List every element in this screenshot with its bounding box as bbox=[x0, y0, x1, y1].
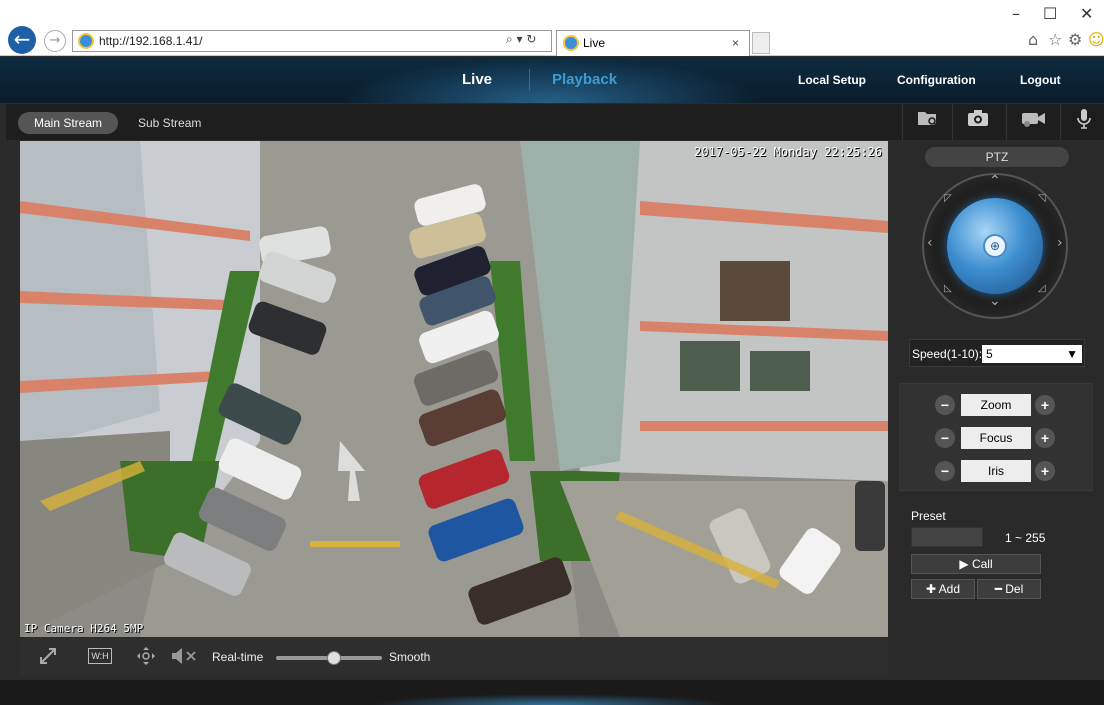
favorites-icon[interactable]: ☆ bbox=[1048, 30, 1062, 49]
focus-minus-button[interactable]: − bbox=[935, 428, 955, 448]
record-icon[interactable] bbox=[1014, 108, 1054, 136]
iris-plus-button[interactable]: + bbox=[1035, 461, 1055, 481]
video-controls: W:H Real-time Smooth bbox=[20, 638, 888, 676]
smiley-icon[interactable]: ☺ bbox=[1088, 30, 1104, 49]
new-tab-button[interactable] bbox=[752, 32, 770, 54]
nav-live[interactable]: Live bbox=[462, 71, 492, 88]
ptz-down-right-icon[interactable]: ◿ bbox=[1038, 283, 1046, 294]
back-button[interactable]: ← bbox=[8, 26, 36, 54]
microphone-icon[interactable] bbox=[1064, 108, 1104, 136]
tab-title: Live bbox=[583, 36, 606, 50]
iris-label: Iris bbox=[961, 460, 1031, 482]
ptz-tab[interactable]: PTZ bbox=[925, 147, 1069, 167]
camera-scene bbox=[20, 141, 888, 637]
browser-tab[interactable]: Live × bbox=[556, 30, 750, 56]
sub-stream-button[interactable]: Sub Stream bbox=[138, 116, 201, 130]
footer bbox=[0, 680, 1104, 705]
minimize-button[interactable]: – bbox=[1012, 4, 1020, 23]
url-text: http://192.168.1.41/ bbox=[99, 34, 203, 48]
stream-toolbar: Main Stream Sub Stream bbox=[6, 104, 1104, 140]
preset-input[interactable] bbox=[911, 527, 983, 547]
ptz-up-right-icon[interactable]: ◹ bbox=[1038, 193, 1046, 204]
zoom-in-button[interactable]: + bbox=[1035, 395, 1055, 415]
mute-icon[interactable] bbox=[170, 646, 200, 671]
fullscreen-icon[interactable] bbox=[38, 646, 58, 671]
preset-call-button[interactable]: ▶ Call bbox=[911, 554, 1041, 574]
speed-label: Speed(1-10): bbox=[912, 347, 983, 361]
ptz-center-icon[interactable]: ⊕ bbox=[983, 234, 1007, 258]
home-icon[interactable]: ⌂ bbox=[1028, 30, 1038, 49]
ptz-up-left-icon[interactable]: ◸ bbox=[944, 193, 952, 204]
header-glow bbox=[340, 57, 760, 103]
lens-controls: − Zoom + − Focus + − Iris + bbox=[899, 383, 1093, 491]
preset-delete-button[interactable]: ━ Del bbox=[977, 579, 1041, 599]
osd-camera-name: IP Camera H264 5MP bbox=[24, 622, 144, 635]
ie-icon bbox=[78, 33, 94, 49]
preset-range: 1 ~ 255 bbox=[1005, 531, 1046, 545]
ptz-drag-icon[interactable] bbox=[136, 646, 156, 671]
focus-label: Focus bbox=[961, 427, 1031, 449]
speed-row: Speed(1-10): 5 ▼ bbox=[909, 339, 1085, 367]
preset-add-button[interactable]: ✚ Add bbox=[911, 579, 975, 599]
realtime-label: Real-time bbox=[212, 650, 264, 664]
forward-button[interactable]: → bbox=[44, 30, 66, 52]
ptz-joystick[interactable]: ⌃ ⌄ ‹ › ◸ ◹ ◺ ◿ ⊕ bbox=[922, 173, 1068, 319]
osd-timestamp: 2017-05-22 Monday 22:25:26 bbox=[694, 145, 882, 159]
stream-quality-slider[interactable] bbox=[276, 651, 382, 665]
toolbar-divider bbox=[902, 104, 903, 140]
ptz-ball[interactable]: ⊕ bbox=[947, 198, 1043, 294]
toolbar-divider bbox=[952, 104, 953, 140]
iris-minus-button[interactable]: − bbox=[935, 461, 955, 481]
toolbar-divider bbox=[1006, 104, 1007, 140]
close-button[interactable]: ✕ bbox=[1080, 4, 1093, 23]
main-stream-button[interactable]: Main Stream bbox=[18, 112, 118, 134]
ptz-up-icon[interactable]: ⌃ bbox=[989, 173, 1001, 189]
tab-ie-icon bbox=[563, 35, 579, 51]
app-header: Live Playback Local Setup Configuration … bbox=[0, 57, 1104, 103]
aspect-ratio-button[interactable]: W:H bbox=[88, 648, 112, 664]
ptz-down-left-icon[interactable]: ◺ bbox=[944, 283, 952, 294]
settings-icon[interactable]: ⚙ bbox=[1068, 30, 1082, 49]
browser-chrome: – ☐ ✕ ← → http://192.168.1.41/ ⌕ ▾ ↻ Liv… bbox=[0, 0, 1104, 56]
camera-snapshot-icon[interactable] bbox=[958, 108, 998, 136]
tab-close-icon[interactable]: × bbox=[732, 31, 739, 55]
focus-plus-button[interactable]: + bbox=[1035, 428, 1055, 448]
zoom-label: Zoom bbox=[961, 394, 1031, 416]
nav-divider bbox=[529, 69, 530, 91]
live-video-view[interactable]: 2017-05-22 Monday 22:25:26 IP Camera H26… bbox=[20, 141, 888, 637]
speed-select[interactable]: 5 ▼ bbox=[982, 345, 1082, 363]
iris-row: − Iris + bbox=[931, 460, 1061, 482]
maximize-button[interactable]: ☐ bbox=[1043, 4, 1057, 23]
smooth-label: Smooth bbox=[389, 650, 431, 664]
zoom-out-button[interactable]: − bbox=[935, 395, 955, 415]
address-actions[interactable]: ⌕ ▾ ↻ bbox=[506, 32, 536, 47]
speed-value: 5 bbox=[986, 347, 993, 361]
nav-local-setup[interactable]: Local Setup bbox=[798, 73, 866, 87]
ptz-panel: PTZ ⌃ ⌄ ‹ › ◸ ◹ ◺ ◿ ⊕ Speed(1-10): 5 ▼ −… bbox=[895, 141, 1097, 677]
address-bar[interactable]: http://192.168.1.41/ bbox=[72, 30, 552, 52]
zoom-row: − Zoom + bbox=[931, 394, 1061, 416]
folder-search-icon[interactable] bbox=[908, 108, 948, 136]
nav-logout[interactable]: Logout bbox=[1020, 73, 1061, 87]
toolbar-divider bbox=[1060, 104, 1061, 140]
footer-glow bbox=[370, 694, 730, 705]
preset-title: Preset bbox=[911, 509, 946, 523]
ptz-down-icon[interactable]: ⌄ bbox=[989, 293, 1001, 309]
nav-configuration[interactable]: Configuration bbox=[897, 73, 976, 87]
focus-row: − Focus + bbox=[931, 427, 1061, 449]
slider-thumb[interactable] bbox=[326, 651, 341, 665]
nav-playback[interactable]: Playback bbox=[552, 71, 617, 88]
ptz-left-icon[interactable]: ‹ bbox=[927, 235, 933, 251]
ptz-right-icon[interactable]: › bbox=[1057, 235, 1063, 251]
chevron-down-icon: ▼ bbox=[1066, 347, 1078, 361]
